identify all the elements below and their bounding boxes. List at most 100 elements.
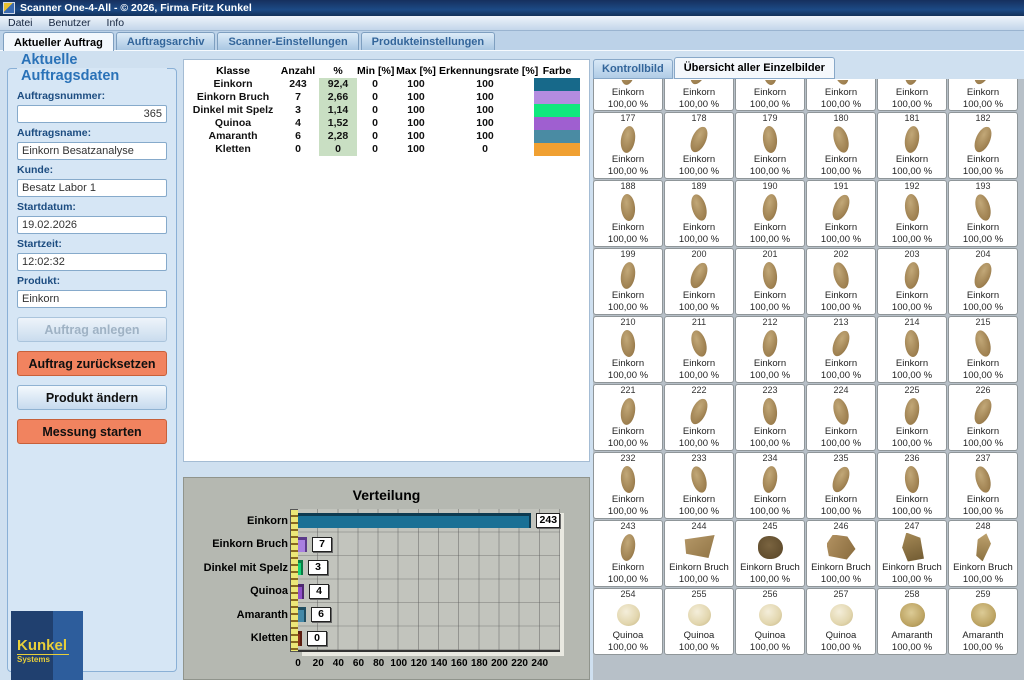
seed-cell[interactable]: Einkorn 100,00 % <box>877 79 947 111</box>
seed-cell[interactable]: 211 Einkorn 100,00 % <box>664 316 734 383</box>
seed-cell[interactable]: 246 Einkorn Bruch 100,00 % <box>806 520 876 587</box>
seed-confidence: 100,00 % <box>736 642 804 653</box>
seed-cell[interactable]: 188 Einkorn 100,00 % <box>593 180 663 247</box>
create-order-button[interactable]: Auftrag anlegen <box>17 317 167 342</box>
seed-cell[interactable]: 247 Einkorn Bruch 100,00 % <box>877 520 947 587</box>
seed-cell[interactable]: 255 Quinoa 100,00 % <box>664 588 734 655</box>
seed-cell[interactable]: 237 Einkorn 100,00 % <box>948 452 1018 519</box>
cell-rate: 0 <box>439 143 531 156</box>
seed-cell[interactable]: Einkorn 100,00 % <box>735 79 805 111</box>
menu-item[interactable]: Info <box>99 17 133 29</box>
seed-cell[interactable]: 248 Einkorn Bruch 100,00 % <box>948 520 1018 587</box>
seed-cell[interactable]: 254 Quinoa 100,00 % <box>593 588 663 655</box>
seed-cell[interactable]: Einkorn 100,00 % <box>948 79 1018 111</box>
change-product-button[interactable]: Produkt ändern <box>17 385 167 410</box>
seed-cell[interactable]: 193 Einkorn 100,00 % <box>948 180 1018 247</box>
seed-cell[interactable]: 181 Einkorn 100,00 % <box>877 112 947 179</box>
seed-cell[interactable]: 190 Einkorn 100,00 % <box>735 180 805 247</box>
seed-class-label: Einkorn <box>594 87 662 99</box>
seed-cell[interactable]: 233 Einkorn 100,00 % <box>664 452 734 519</box>
customer-field[interactable] <box>17 179 167 197</box>
seed-cell[interactable]: 182 Einkorn 100,00 % <box>948 112 1018 179</box>
seed-cell[interactable]: 225 Einkorn 100,00 % <box>877 384 947 451</box>
seed-cell[interactable]: 212 Einkorn 100,00 % <box>735 316 805 383</box>
seed-cell[interactable]: 259 Amaranth 100,00 % <box>948 588 1018 655</box>
seed-cell[interactable]: 221 Einkorn 100,00 % <box>593 384 663 451</box>
tab-auftragsarchiv[interactable]: Auftragsarchiv <box>116 32 216 50</box>
seed-cell[interactable]: Einkorn 100,00 % <box>806 79 876 111</box>
seed-confidence: 100,00 % <box>878 166 946 177</box>
seed-cell[interactable]: 257 Quinoa 100,00 % <box>806 588 876 655</box>
field-label: Startdatum: <box>17 201 167 213</box>
tab-scanner-einstellungen[interactable]: Scanner-Einstellungen <box>217 32 358 50</box>
seed-cell[interactable]: 235 Einkorn 100,00 % <box>806 452 876 519</box>
product-field[interactable] <box>17 290 167 308</box>
seed-cell[interactable]: Einkorn 100,00 % <box>593 79 663 111</box>
seed-cell[interactable]: 180 Einkorn 100,00 % <box>806 112 876 179</box>
start-date-field[interactable] <box>17 216 167 234</box>
seed-cell[interactable]: 245 Einkorn Bruch 100,00 % <box>735 520 805 587</box>
seed-cell[interactable]: 236 Einkorn 100,00 % <box>877 452 947 519</box>
seed-cell[interactable]: 178 Einkorn 100,00 % <box>664 112 734 179</box>
seed-cell[interactable]: 243 Einkorn 100,00 % <box>593 520 663 587</box>
seed-cell[interactable]: 199 Einkorn 100,00 % <box>593 248 663 315</box>
seed-cell[interactable]: 224 Einkorn 100,00 % <box>806 384 876 451</box>
seed-cell[interactable]: 192 Einkorn 100,00 % <box>877 180 947 247</box>
seed-cell[interactable]: 223 Einkorn 100,00 % <box>735 384 805 451</box>
tab-aktueller-auftrag[interactable]: Aktueller Auftrag <box>3 32 114 51</box>
start-time-field[interactable] <box>17 253 167 271</box>
seed-cell[interactable]: 215 Einkorn 100,00 % <box>948 316 1018 383</box>
seed-cell[interactable]: 202 Einkorn 100,00 % <box>806 248 876 315</box>
seed-cell[interactable]: 234 Einkorn 100,00 % <box>735 452 805 519</box>
seed-image <box>619 261 637 290</box>
seed-image <box>904 465 920 493</box>
seed-confidence: 100,00 % <box>807 370 875 381</box>
seed-cell[interactable]: 222 Einkorn 100,00 % <box>664 384 734 451</box>
seed-cell[interactable]: 179 Einkorn 100,00 % <box>735 112 805 179</box>
seed-number: 201 <box>736 249 804 260</box>
seed-cell[interactable]: 258 Amaranth 100,00 % <box>877 588 947 655</box>
seed-cell[interactable]: 201 Einkorn 100,00 % <box>735 248 805 315</box>
seed-cell[interactable]: 177 Einkorn 100,00 % <box>593 112 663 179</box>
seed-cell[interactable]: Einkorn 100,00 % <box>664 79 734 111</box>
seed-cell[interactable]: 256 Quinoa 100,00 % <box>735 588 805 655</box>
start-measurement-button[interactable]: Messung starten <box>17 419 167 444</box>
order-number-field[interactable] <box>17 105 167 123</box>
seed-class-label: Einkorn <box>665 494 733 506</box>
tab-kontrollbild[interactable]: Kontrollbild <box>593 59 673 79</box>
order-name-group: Auftragsname: <box>17 127 167 160</box>
x-axis-tick-label: 220 <box>510 658 530 669</box>
seed-number: 211 <box>665 317 733 328</box>
seed-image-wrap <box>949 464 1017 494</box>
seed-confidence: 100,00 % <box>665 370 733 381</box>
seed-cell[interactable]: 214 Einkorn 100,00 % <box>877 316 947 383</box>
seed-image <box>827 535 856 560</box>
seed-number: 214 <box>878 317 946 328</box>
seed-cell[interactable]: 189 Einkorn 100,00 % <box>664 180 734 247</box>
menu-item[interactable]: Benutzer <box>41 17 99 29</box>
seed-cell[interactable]: 232 Einkorn 100,00 % <box>593 452 663 519</box>
tab-uebersicht-einzelbilder[interactable]: Übersicht aller Einzelbilder <box>674 57 835 79</box>
seed-image-wrap <box>594 396 662 426</box>
menu-item[interactable]: Datei <box>0 17 41 29</box>
tab-produkteinstellungen[interactable]: Produkteinstellungen <box>361 32 495 50</box>
y-axis-label: Quinoa <box>186 580 288 604</box>
seed-cell[interactable]: 203 Einkorn 100,00 % <box>877 248 947 315</box>
seed-cell[interactable]: 191 Einkorn 100,00 % <box>806 180 876 247</box>
seed-image-wrap <box>949 80 1017 87</box>
seed-cell[interactable]: 226 Einkorn 100,00 % <box>948 384 1018 451</box>
x-axis-tick-label: 160 <box>449 658 469 669</box>
seed-number: 193 <box>949 181 1017 192</box>
field-label: Startzeit: <box>17 238 167 250</box>
seed-cell[interactable]: 200 Einkorn 100,00 % <box>664 248 734 315</box>
chart-title: Verteilung <box>184 487 589 503</box>
seed-cell[interactable]: 244 Einkorn Bruch 100,00 % <box>664 520 734 587</box>
seed-cell[interactable]: 204 Einkorn 100,00 % <box>948 248 1018 315</box>
seed-cell[interactable]: 210 Einkorn 100,00 % <box>593 316 663 383</box>
reset-order-button[interactable]: Auftrag zurücksetzen <box>17 351 167 376</box>
seed-image-wrap <box>736 80 804 87</box>
kunkel-logo: Kunkel Systems <box>11 611 83 680</box>
seed-cell[interactable]: 213 Einkorn 100,00 % <box>806 316 876 383</box>
table-row: Kletten 0 0 0 100 0 <box>189 143 589 156</box>
order-name-field[interactable] <box>17 142 167 160</box>
